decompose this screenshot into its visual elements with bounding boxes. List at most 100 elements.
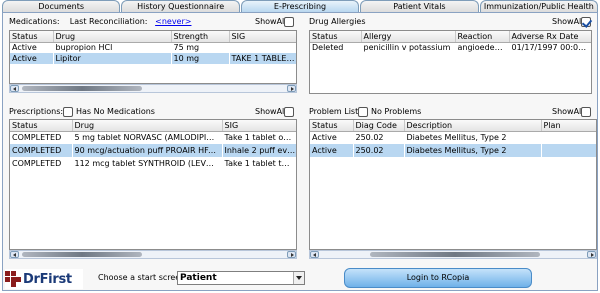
table-cell: Lipitor xyxy=(53,53,172,64)
table-cell: Active xyxy=(310,131,354,144)
table-row[interactable]: Active 250.02 Diabetes Mellitus, Type 2 xyxy=(310,131,596,144)
table-cell: Diabetes Mellitus, Type 2 xyxy=(404,144,542,157)
table-cell xyxy=(229,42,296,53)
tab-e-prescribing[interactable]: E-Prescribing xyxy=(240,0,360,12)
table-cell: Take 1 tablet once a day xyxy=(222,131,296,144)
medications-scrollbar[interactable] xyxy=(9,84,297,93)
allergies-table[interactable]: Status Allergy Reaction Adverse Rx Date … xyxy=(309,30,592,94)
scrollbar-thumb[interactable] xyxy=(370,252,540,257)
table-cell: 90 mcg/actuation puff PROAIR HFA (ALBUTE… xyxy=(72,144,223,157)
table-cell: Inhale 2 puff every four hours xyxy=(222,144,296,157)
has-no-medications-checkbox[interactable] xyxy=(63,107,73,117)
table-cell: Active xyxy=(310,144,354,157)
column-header[interactable]: Drug xyxy=(72,120,223,132)
prescriptions-scrollbar[interactable] xyxy=(9,250,297,259)
table-cell: 75 mg xyxy=(171,42,230,53)
column-header[interactable]: Status xyxy=(310,120,354,132)
column-header[interactable]: SIG xyxy=(222,120,296,132)
column-header[interactable]: Allergy xyxy=(361,31,456,43)
last-reconciliation-link[interactable]: <never> xyxy=(155,17,191,26)
table-cell: COMPLETED xyxy=(10,144,73,157)
scroll-right-icon[interactable] xyxy=(287,251,296,258)
tab-patient-vitals[interactable]: Patient Vitals xyxy=(360,0,479,12)
start-screen-select[interactable]: Patient xyxy=(177,271,305,285)
table-row[interactable]: Deleted penicillin v potassium angioedem… xyxy=(310,42,591,53)
has-no-medications-label: Has No Medications xyxy=(76,107,155,116)
scroll-left-icon[interactable] xyxy=(310,251,319,258)
scroll-left-icon[interactable] xyxy=(10,85,19,92)
table-cell: 112 mcg tablet SYNTHROID (LEVOTHYROXINE … xyxy=(72,157,223,170)
prescriptions-showall-label: ShowAll xyxy=(255,107,287,116)
medications-label: Medications: xyxy=(9,17,60,26)
column-header[interactable]: Plan xyxy=(541,120,596,132)
problems-showall-label: ShowAll xyxy=(552,107,584,116)
prescriptions-label: Prescriptions: xyxy=(9,107,64,116)
table-cell: penicillin v potassium xyxy=(361,42,456,53)
scrollbar-thumb[interactable] xyxy=(22,86,142,91)
table-cell: 10 mg xyxy=(171,53,230,64)
medications-showall-checkbox[interactable] xyxy=(284,17,294,27)
prescriptions-table[interactable]: Status Drug SIG COMPLETED 5 mg tablet NO… xyxy=(9,119,297,250)
login-rcopia-button[interactable]: Login to RCopia xyxy=(344,268,532,288)
tab-documents[interactable]: Documents xyxy=(2,0,121,12)
column-header[interactable]: SIG xyxy=(229,31,296,43)
table-cell: Take 1 tablet twice a day xyxy=(222,157,296,170)
start-screen-label: Choose a start screen xyxy=(98,273,186,282)
table-row[interactable]: COMPLETED 112 mcg tablet SYNTHROID (LEVO… xyxy=(10,157,296,170)
column-header[interactable]: Description xyxy=(404,120,542,132)
prescriptions-showall-checkbox[interactable] xyxy=(284,107,294,117)
problems-scrollbar[interactable] xyxy=(309,250,597,259)
column-header[interactable]: Status xyxy=(10,31,54,43)
allergies-showall-label: ShowAll xyxy=(552,17,584,26)
column-header[interactable]: Adverse Rx Date xyxy=(509,31,591,43)
table-cell: Deleted xyxy=(310,42,362,53)
table-row[interactable]: Active bupropion HCl 75 mg xyxy=(10,42,296,53)
scroll-left-icon[interactable] xyxy=(10,251,19,258)
problems-showall-checkbox[interactable] xyxy=(581,107,591,117)
table-row[interactable]: COMPLETED 90 mcg/actuation puff PROAIR H… xyxy=(10,144,296,157)
column-header[interactable]: Strength xyxy=(171,31,230,43)
tab-bar: Documents History Questionnaire E-Prescr… xyxy=(2,0,599,12)
start-screen-value: Patient xyxy=(180,273,217,283)
table-row[interactable]: Active Lipitor 10 mg TAKE 1 TABLET BY MO… xyxy=(10,53,296,64)
medications-showall-label: ShowAll xyxy=(255,17,287,26)
chevron-down-icon[interactable] xyxy=(293,272,304,284)
table-row[interactable]: COMPLETED 5 mg tablet NORVASC (AMLODIPIN… xyxy=(10,131,296,144)
medications-table[interactable]: Status Drug Strength SIG Active bupropio… xyxy=(9,30,297,84)
allergies-showall-checkbox[interactable] xyxy=(581,17,591,27)
medications-header: Medications: Last Reconciliation: <never… xyxy=(9,15,191,29)
scrollbar-thumb[interactable] xyxy=(22,252,142,257)
table-cell: 01/17/1997 00:00:00 xyxy=(509,42,591,53)
scroll-right-icon[interactable] xyxy=(587,251,596,258)
table-row[interactable]: Active 250.02 Diabetes Mellitus, Type 2 xyxy=(310,144,596,157)
table-cell: 250.02 xyxy=(353,144,405,157)
table-cell: COMPLETED xyxy=(10,157,73,170)
column-header[interactable]: Status xyxy=(310,31,362,43)
table-header-row: Status Allergy Reaction Adverse Rx Date xyxy=(310,31,591,43)
column-header[interactable]: Drug xyxy=(53,31,172,43)
logo-text: DrFirst xyxy=(23,271,72,287)
column-header[interactable]: Diag Code xyxy=(353,120,405,132)
table-cell: TAKE 1 TABLET BY MOUTH xyxy=(229,53,296,64)
no-problems-checkbox[interactable] xyxy=(358,107,368,117)
table-cell: 250.02 xyxy=(353,131,405,144)
no-problems-label: No Problems xyxy=(371,107,422,116)
table-header-row: Status Drug SIG xyxy=(10,120,296,132)
table-cell: Diabetes Mellitus, Type 2 xyxy=(404,131,542,144)
tab-immunization[interactable]: Immunization/Public Health xyxy=(479,0,599,12)
table-header-row: Status Diag Code Description Plan xyxy=(310,120,596,132)
table-cell: angioedema xyxy=(455,42,510,53)
drfirst-logo-icon xyxy=(5,271,21,287)
drug-allergies-label: Drug Allergies xyxy=(309,17,366,26)
table-cell: bupropion HCl xyxy=(53,42,172,53)
problem-list-label: Problem List: xyxy=(309,107,361,116)
column-header[interactable]: Reaction xyxy=(455,31,510,43)
scroll-right-icon[interactable] xyxy=(287,85,296,92)
tab-history-questionnaire[interactable]: History Questionnaire xyxy=(121,0,240,12)
problems-table[interactable]: Status Diag Code Description Plan Active… xyxy=(309,119,597,250)
table-header-row: Status Drug Strength SIG xyxy=(10,31,296,43)
table-cell xyxy=(541,131,596,144)
last-reconciliation-label: Last Reconciliation: xyxy=(69,17,148,26)
column-header[interactable]: Status xyxy=(10,120,73,132)
table-cell: 5 mg tablet NORVASC (AMLODIPINE) xyxy=(72,131,223,144)
